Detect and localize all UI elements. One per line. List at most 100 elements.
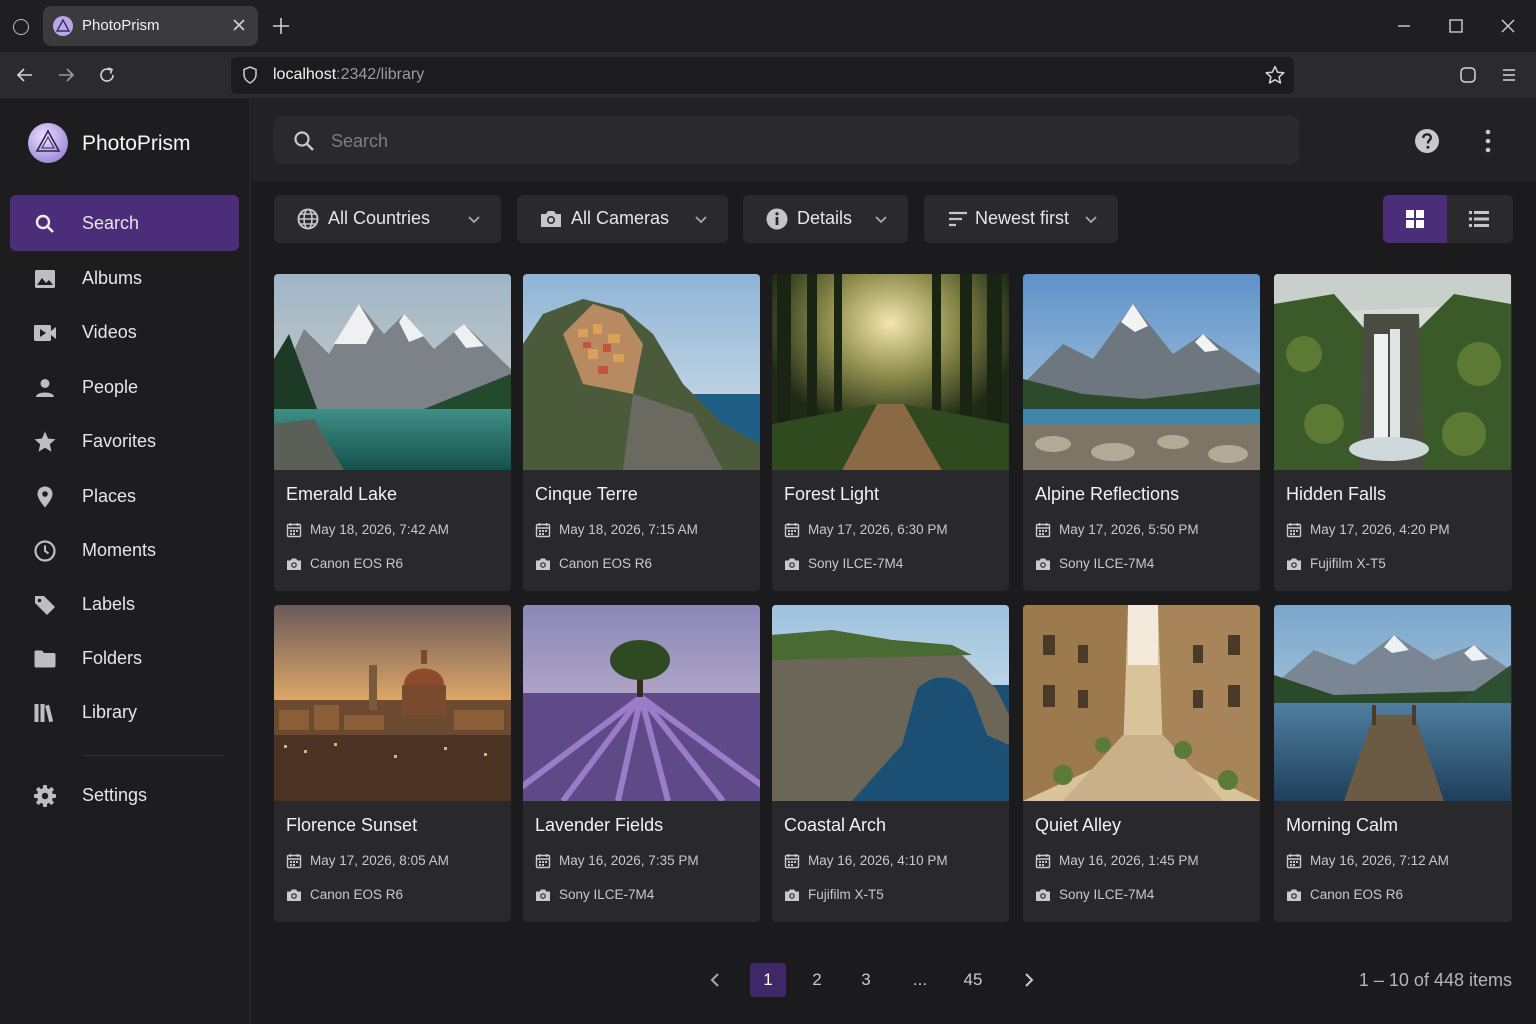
back-icon[interactable] (14, 64, 36, 86)
camera-icon (536, 558, 550, 570)
sidebar-item-label: Labels (82, 594, 136, 614)
url-text[interactable]: localhost:2342/library (273, 66, 424, 84)
photo-card[interactable]: Cinque Terre May 18, 2026, 7:15 AM Canon… (523, 274, 760, 591)
photo-thumbnail[interactable] (772, 605, 1009, 801)
photo-date-text: May 16, 2026, 1:45 PM (1059, 853, 1199, 868)
previous-page-icon[interactable] (705, 970, 725, 990)
photo-thumbnail[interactable] (772, 274, 1009, 470)
star-icon (34, 431, 56, 452)
tab-overview-icon[interactable] (13, 19, 29, 35)
page-3-button[interactable]: 3 (848, 963, 884, 997)
photo-thumbnail[interactable] (274, 274, 511, 470)
maximize-icon[interactable] (1445, 15, 1467, 37)
sidebar-item-library[interactable]: Library (10, 684, 239, 740)
forward-icon[interactable] (55, 64, 77, 86)
sidebar-item-search[interactable]: Search (10, 195, 239, 251)
pocket-icon[interactable] (1457, 64, 1479, 86)
photo-camera-text: Fujifilm X-T5 (808, 887, 884, 902)
photo-date-text: May 16, 2026, 7:35 PM (559, 853, 699, 868)
page-45-button[interactable]: 45 (955, 963, 991, 997)
photo-card[interactable]: Morning Calm May 16, 2026, 7:12 AM Canon… (1274, 605, 1512, 922)
bookmark-star-icon[interactable] (1264, 64, 1286, 86)
cameras-filter-label: All Cameras (571, 208, 670, 228)
close-tab-icon[interactable] (228, 14, 250, 36)
photo-card[interactable]: Lavender Fields May 16, 2026, 7:35 PM So… (523, 605, 760, 922)
photo-card[interactable]: Hidden Falls May 17, 2026, 4:20 PM Fujif… (1274, 274, 1512, 591)
photo-card[interactable]: Alpine Reflections May 17, 2026, 5:50 PM… (1023, 274, 1260, 591)
minimize-icon[interactable] (1393, 15, 1415, 37)
sidebar-item-label: Favorites (82, 431, 157, 451)
photo-thumbnail[interactable] (1274, 274, 1511, 470)
photo-title: Forest Light (784, 484, 880, 504)
reload-icon[interactable] (96, 64, 118, 86)
chevron-down-icon (468, 216, 480, 224)
help-icon[interactable] (1414, 128, 1440, 154)
sidebar-item-folders[interactable]: Folders (10, 630, 239, 686)
camera-icon (536, 889, 550, 901)
sidebar-item-settings[interactable]: Settings (10, 767, 239, 823)
close-window-icon[interactable] (1497, 15, 1519, 37)
sidebar-item-label: Moments (82, 540, 157, 560)
photo-title: Coastal Arch (784, 815, 887, 835)
sidebar-divider (84, 755, 224, 756)
shield-icon[interactable] (240, 65, 260, 85)
browser-nav-bar: localhost:2342/library (0, 52, 1536, 99)
search-icon[interactable] (292, 129, 316, 153)
search-icon (35, 214, 54, 233)
photo-camera-text: Sony ILCE-7M4 (1059, 556, 1155, 571)
menu-icon[interactable] (1498, 64, 1520, 86)
sidebar-item-favorites[interactable]: Favorites (10, 413, 239, 469)
camera-icon (785, 889, 799, 901)
photo-thumbnail[interactable] (1023, 605, 1260, 801)
photo-card[interactable]: Emerald Lake May 18, 2026, 7:42 AM Canon… (274, 274, 511, 591)
photo-thumbnail[interactable] (1023, 274, 1260, 470)
photoprism-logo-icon[interactable] (28, 123, 68, 163)
more-options-icon[interactable] (1476, 128, 1500, 154)
page-2-button[interactable]: 2 (799, 963, 835, 997)
sidebar-item-label: Folders (82, 648, 143, 668)
page-1-button[interactable]: 1 (750, 963, 786, 997)
sidebar-item-places[interactable]: Places (10, 468, 239, 524)
camera-icon (1036, 889, 1050, 901)
cameras-filter[interactable]: All Cameras (517, 195, 728, 243)
photo-title: Florence Sunset (286, 815, 418, 835)
photo-title: Emerald Lake (286, 484, 398, 504)
person-icon (36, 379, 54, 397)
countries-filter-label: All Countries (328, 208, 431, 228)
address-bar[interactable]: localhost:2342/library (231, 57, 1294, 94)
sidebar-item-videos[interactable]: Videos (10, 304, 239, 360)
clock-icon (34, 540, 56, 562)
sidebar-item-labels[interactable]: Labels (10, 576, 239, 632)
chevron-down-icon (875, 216, 887, 224)
photo-card[interactable]: Florence Sunset May 17, 2026, 8:05 AM Ca… (274, 605, 511, 922)
sidebar-item-label: Library (82, 702, 138, 722)
sidebar-item-moments[interactable]: Moments (10, 522, 239, 578)
browser-tab[interactable]: PhotoPrism (43, 6, 258, 46)
sidebar-item-label: Albums (82, 268, 143, 288)
photo-title: Lavender Fields (535, 815, 664, 835)
grid-icon (1406, 210, 1424, 228)
photo-camera-text: Sony ILCE-7M4 (559, 887, 655, 902)
sidebar-item-albums[interactable]: Albums (10, 250, 239, 306)
photo-thumbnail[interactable] (1274, 605, 1511, 801)
photo-thumbnail[interactable] (523, 605, 760, 801)
photo-card[interactable]: Coastal Arch May 16, 2026, 4:10 PM Fujif… (772, 605, 1009, 922)
next-page-icon[interactable] (1019, 970, 1039, 990)
photo-card[interactable]: Forest Light May 17, 2026, 6:30 PM Sony … (772, 274, 1009, 591)
grid-view-button[interactable] (1383, 195, 1447, 243)
sort-filter[interactable]: Newest first (924, 195, 1118, 243)
photo-thumbnail[interactable] (274, 605, 511, 801)
photo-thumbnail[interactable] (523, 274, 760, 470)
countries-filter[interactable]: All Countries (274, 195, 501, 243)
calendar-icon (1035, 854, 1051, 869)
photoprism-favicon-icon (53, 16, 73, 36)
list-view-button[interactable] (1447, 195, 1513, 243)
sidebar-item-people[interactable]: People (10, 359, 239, 415)
search-input[interactable]: Search (273, 116, 1299, 164)
photo-card[interactable]: Quiet Alley May 16, 2026, 1:45 PM Sony I… (1023, 605, 1260, 922)
camera-icon (1287, 558, 1301, 570)
new-tab-icon[interactable] (270, 15, 292, 37)
details-filter[interactable]: Details (743, 195, 908, 243)
camera-icon (541, 211, 561, 227)
app-name[interactable]: PhotoPrism (82, 132, 191, 156)
